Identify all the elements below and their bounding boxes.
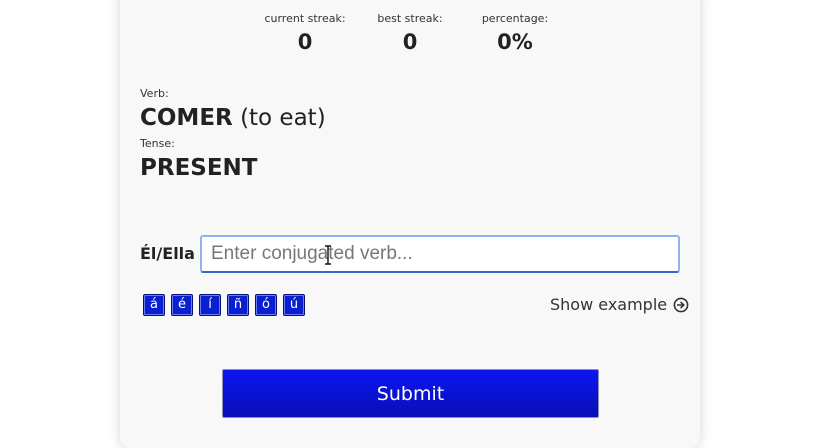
accent-e-button[interactable]: é [171,294,193,316]
tense-label: Tense: [140,137,175,150]
accent-o-button[interactable]: ó [255,294,277,316]
best-streak-value: 0 [402,30,418,54]
show-example-label: Show example [550,295,668,314]
verb-infinitive: COMER [140,105,233,131]
conjugation-input[interactable] [200,235,680,273]
pronoun-label: Él/Ella [140,244,195,263]
verb-heading: COMER (to eat) [140,105,326,131]
percentage-stat: percentage: 0% [455,12,575,54]
current-streak-label: current streak: [264,12,346,25]
accent-i-button[interactable]: í [199,294,221,316]
show-example-link[interactable]: Show example [550,295,689,314]
submit-button[interactable]: Submit [222,369,599,418]
percentage-label: percentage: [481,12,549,25]
current-streak-value: 0 [297,30,313,54]
current-streak-stat: current streak: 0 [245,12,365,54]
arrow-circle-right-icon [673,297,689,312]
text-cursor-icon [325,245,331,265]
accent-button-row: á é í ñ ó ú [143,294,305,316]
percentage-value: 0% [497,30,533,54]
best-streak-stat: best streak: 0 [350,12,470,54]
accent-u-button[interactable]: ú [283,294,305,316]
verb-label: Verb: [140,87,169,100]
accent-a-button[interactable]: á [143,294,165,316]
best-streak-label: best streak: [377,12,443,25]
tense-value: PRESENT [140,155,258,181]
verb-translation: (to eat) [240,105,326,131]
accent-n-button[interactable]: ñ [227,294,249,316]
